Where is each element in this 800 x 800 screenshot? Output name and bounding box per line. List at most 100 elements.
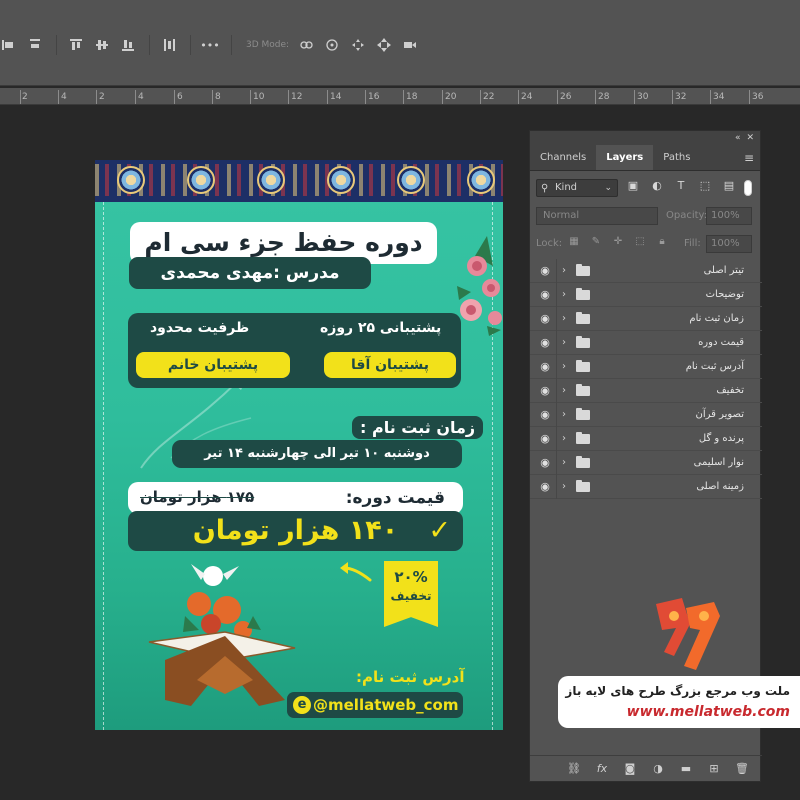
lock-position-icon[interactable]: ✛ — [612, 235, 624, 249]
layer-row[interactable]: ◉ › نوار اسلیمی — [530, 451, 762, 475]
layer-row[interactable]: ◉ › پرنده و گل — [530, 427, 762, 451]
divider — [556, 403, 557, 427]
filter-toggle[interactable] — [744, 180, 752, 196]
ruler-major-tick — [20, 90, 21, 104]
distribute-icon[interactable] — [160, 36, 178, 54]
close-panel-icon[interactable]: ✕ — [746, 133, 754, 143]
eye-icon[interactable]: ◉ — [538, 456, 552, 470]
align-left-edges-icon[interactable] — [0, 36, 18, 54]
chevron-right-icon[interactable]: › — [562, 456, 566, 470]
lock-pixels-icon[interactable]: ✎ — [590, 235, 602, 249]
chevron-down-icon: ⌄ — [604, 183, 612, 193]
registration-time: دوشنبه ۱۰ تیر الی چهارشنبه ۱۴ تیر — [172, 440, 462, 468]
chevron-right-icon[interactable]: › — [562, 288, 566, 302]
eye-icon[interactable]: ◉ — [538, 408, 552, 422]
layer-row[interactable]: ◉ › زمینه اصلی — [530, 475, 762, 499]
layer-row[interactable]: ◉ › تخفیف — [530, 379, 762, 403]
blend-mode-select[interactable]: Normal — [536, 207, 658, 225]
chevron-right-icon[interactable]: › — [562, 480, 566, 494]
panel-tabs: Channels Layers Paths ≡ — [530, 145, 760, 171]
adjustment-layer-icon[interactable]: ◑ — [650, 762, 666, 775]
ruler-major-tick — [250, 90, 251, 104]
chevron-right-icon[interactable]: › — [562, 408, 566, 422]
shape-filter-icon[interactable]: ⬚ — [698, 179, 712, 193]
layer-name: تصویر قرآن — [695, 409, 744, 420]
chevron-right-icon[interactable]: › — [562, 336, 566, 350]
divider — [556, 427, 557, 451]
divider — [556, 283, 557, 307]
ruler-major-tick — [365, 90, 366, 104]
feature-capacity: ظرفیت محدود — [150, 320, 250, 336]
3d-camera-icon[interactable] — [401, 36, 419, 54]
watermark-url: www.mellatweb.com — [626, 704, 790, 720]
tab-paths[interactable]: Paths — [653, 145, 700, 170]
ruler-label: 8 — [215, 92, 221, 102]
more-options-icon[interactable]: ••• — [200, 36, 219, 54]
collapse-panel-icon[interactable]: « — [735, 133, 741, 143]
rosette-ornament — [467, 166, 495, 194]
layer-row[interactable]: ◉ › آدرس ثبت نام — [530, 355, 762, 379]
lock-all-icon[interactable]: 🔒︎ — [656, 235, 668, 249]
ruler-major-tick — [672, 90, 673, 104]
ruler-label: 20 — [445, 92, 457, 102]
layer-row[interactable]: ◉ › تیتر اصلی — [530, 259, 762, 283]
eye-icon[interactable]: ◉ — [538, 288, 552, 302]
chevron-right-icon[interactable]: › — [562, 312, 566, 326]
eye-icon[interactable]: ◉ — [538, 432, 552, 446]
eye-icon[interactable]: ◉ — [538, 336, 552, 350]
trash-icon[interactable]: 🗑︎ — [734, 762, 750, 775]
smart-object-filter-icon[interactable]: ▤ — [722, 179, 736, 193]
filter-kind-select[interactable]: ⚲ Kind ⌄ — [536, 179, 618, 197]
chevron-right-icon[interactable]: › — [562, 264, 566, 278]
ruler-label: 34 — [713, 92, 725, 102]
layer-row[interactable]: ◉ › قیمت دوره — [530, 331, 762, 355]
pixel-filter-icon[interactable]: ▣ — [626, 179, 640, 193]
align-horizontal-centers-icon[interactable] — [26, 36, 44, 54]
align-vertical-centers-icon[interactable] — [93, 36, 111, 54]
eye-icon[interactable]: ◉ — [538, 480, 552, 494]
feature-male-support: پشتیبان آقا — [324, 352, 456, 378]
add-mask-icon[interactable]: ◙ — [622, 762, 638, 775]
eye-icon[interactable]: ◉ — [538, 312, 552, 326]
layer-name: قیمت دوره — [698, 337, 744, 348]
3d-pan-icon[interactable] — [349, 36, 367, 54]
ruler-major-tick — [557, 90, 558, 104]
layer-row[interactable]: ◉ › زمان ثبت نام — [530, 307, 762, 331]
link-layers-icon[interactable]: ⛓ — [566, 762, 582, 775]
opacity-input[interactable]: 100% — [706, 207, 752, 225]
layer-row[interactable]: ◉ › تصویر قرآن — [530, 403, 762, 427]
eye-icon[interactable]: ◉ — [538, 384, 552, 398]
panel-menu-icon[interactable]: ≡ — [738, 145, 760, 170]
new-layer-icon[interactable]: ⊞ — [706, 762, 722, 775]
3d-slide-icon[interactable] — [375, 36, 393, 54]
3d-roll-icon[interactable] — [323, 36, 341, 54]
female-support-label: پشتیبان خانم — [167, 357, 259, 373]
lock-label: Lock: — [536, 238, 563, 249]
3d-orbit-icon[interactable] — [297, 36, 315, 54]
divider — [556, 379, 557, 403]
align-top-edges-icon[interactable] — [67, 36, 85, 54]
folder-icon — [576, 312, 590, 324]
eye-icon[interactable]: ◉ — [538, 360, 552, 374]
ruler-major-tick — [710, 90, 711, 104]
rosette-ornament — [397, 166, 425, 194]
tab-channels[interactable]: Channels — [530, 145, 596, 170]
fill-input[interactable]: 100% — [706, 235, 752, 253]
tab-layers[interactable]: Layers — [596, 145, 654, 170]
chevron-right-icon[interactable]: › — [562, 432, 566, 446]
chevron-right-icon[interactable]: › — [562, 360, 566, 374]
lock-artboard-icon[interactable]: ⬚ — [634, 235, 646, 249]
align-bottom-edges-icon[interactable] — [119, 36, 137, 54]
new-group-icon[interactable]: ▬ — [678, 762, 694, 775]
fx-icon[interactable]: fx — [594, 762, 610, 775]
folder-icon — [576, 384, 590, 396]
chevron-right-icon[interactable]: › — [562, 384, 566, 398]
ruler-label: 12 — [291, 92, 303, 102]
search-icon: ⚲ — [541, 183, 549, 194]
web-e-icon: e — [293, 696, 311, 714]
eye-icon[interactable]: ◉ — [538, 264, 552, 278]
layer-row[interactable]: ◉ › توضیحات — [530, 283, 762, 307]
type-filter-icon[interactable]: T — [674, 179, 688, 193]
lock-transparency-icon[interactable]: ▦ — [568, 235, 580, 249]
adjustment-filter-icon[interactable]: ◐ — [650, 179, 664, 193]
